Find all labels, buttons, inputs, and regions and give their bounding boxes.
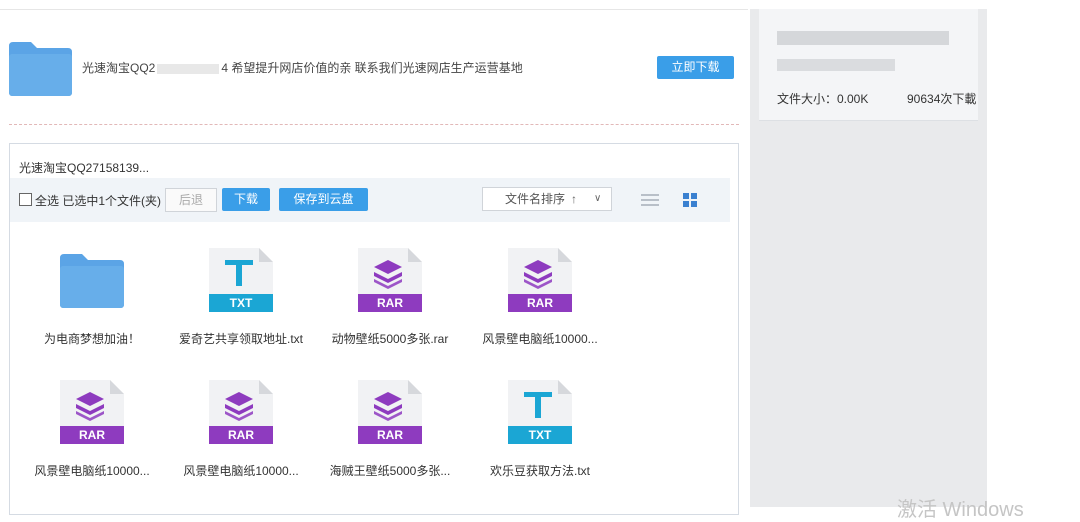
file-type-badge: TXT <box>529 428 552 442</box>
file-size: 文件大小：0.00K <box>777 92 869 106</box>
windows-activation-watermark: 激活 Windows <box>897 499 1024 521</box>
file-name: 欢乐豆获取方法.txt <box>489 464 590 478</box>
folder-icon <box>9 42 72 96</box>
select-all-checkbox[interactable] <box>19 193 32 206</box>
panel-title: 光速淘宝QQ27158139... <box>19 161 150 175</box>
selected-count: 已选中1个文件(夹) <box>62 194 162 208</box>
rar-file-icon: RAR <box>358 380 422 447</box>
share-description-suffix: 4 希望提升网店价值的亲 联系我们光速网店生产运营基地 <box>221 61 523 75</box>
file-item[interactable]: 为电商梦想加油！ <box>19 248 165 358</box>
back-button[interactable]: 后退 <box>165 188 217 212</box>
rar-file-icon: RAR <box>209 380 273 447</box>
file-info-card: 文件大小：0.00K 90634次下載 <box>759 9 978 121</box>
redacted-text <box>157 63 220 74</box>
share-description: 光速淘宝QQ2 4 希望提升网店价值的亲 联系我们光速网店生产运营基地 <box>82 59 523 76</box>
save-to-cloud-button[interactable]: 保存到云盘 <box>279 188 368 211</box>
file-name: 风景壁电脑纸10000... <box>34 464 150 478</box>
file-name: 动物壁纸5000多张.rar <box>331 332 449 346</box>
file-type-badge: RAR <box>79 428 105 442</box>
download-now-button[interactable]: 立即下载 <box>657 56 734 79</box>
file-item[interactable]: RAR 风景壁电脑纸10000... <box>168 380 314 490</box>
file-item[interactable]: RAR 海贼王壁纸5000多张... <box>317 380 463 490</box>
dashed-divider <box>9 124 739 125</box>
file-toolbar: 全选 已选中1个文件(夹) 后退 下载 保存到云盘 文件名排序 ↑ ∨ <box>10 178 730 222</box>
share-description-prefix: 光速淘宝QQ2 <box>82 61 156 75</box>
file-item[interactable]: RAR 动物壁纸5000多张.rar <box>317 248 463 358</box>
file-item[interactable]: RAR 风景壁电脑纸10000... <box>19 380 165 490</box>
rar-file-icon: RAR <box>60 380 124 447</box>
file-type-badge: RAR <box>228 428 254 442</box>
file-name: 爱奇艺共享领取地址.txt <box>178 332 303 346</box>
file-name: 为电商梦想加油！ <box>43 332 140 346</box>
file-type-badge: TXT <box>230 296 253 310</box>
sort-dropdown[interactable]: 文件名排序 ↑ ∨ <box>482 187 612 211</box>
file-item[interactable]: RAR 风景壁电脑纸10000... <box>467 248 613 358</box>
list-view-icon[interactable] <box>641 194 659 206</box>
file-panel: 光速淘宝QQ27158139... 全选 已选中1个文件(夹) 后退 下载 保存… <box>9 143 739 515</box>
txt-file-icon: TXT <box>209 248 273 315</box>
select-all-label[interactable]: 全选 <box>35 194 59 208</box>
selection-label: 全选 已选中1个文件(夹) <box>35 192 161 209</box>
grid-view-icon[interactable] <box>683 193 697 207</box>
top-divider <box>0 9 748 10</box>
chevron-down-icon: ∨ <box>594 193 602 204</box>
file-name: 海贼王壁纸5000多张... <box>329 464 451 478</box>
txt-file-icon: TXT <box>508 380 572 447</box>
file-item[interactable]: TXT 欢乐豆获取方法.txt <box>467 380 613 490</box>
sort-arrow-icon: ↑ <box>571 192 577 206</box>
file-type-badge: RAR <box>527 296 553 310</box>
rar-file-icon: RAR <box>358 248 422 315</box>
download-button[interactable]: 下载 <box>222 188 270 211</box>
rar-file-icon: RAR <box>508 248 572 315</box>
sort-label: 文件名排序 <box>505 192 566 206</box>
download-count: 90634次下載 <box>907 92 977 106</box>
redacted-subtitle <box>777 59 895 71</box>
file-type-badge: RAR <box>377 296 403 310</box>
file-name: 风景壁电脑纸10000... <box>183 464 299 478</box>
file-type-badge: RAR <box>377 428 403 442</box>
folder-icon <box>60 254 124 311</box>
file-name: 风景壁电脑纸10000... <box>482 332 598 346</box>
file-info-sidebar: 文件大小：0.00K 90634次下載 <box>750 9 987 507</box>
redacted-title <box>777 31 949 45</box>
file-item[interactable]: TXT 爱奇艺共享领取地址.txt <box>168 248 314 358</box>
